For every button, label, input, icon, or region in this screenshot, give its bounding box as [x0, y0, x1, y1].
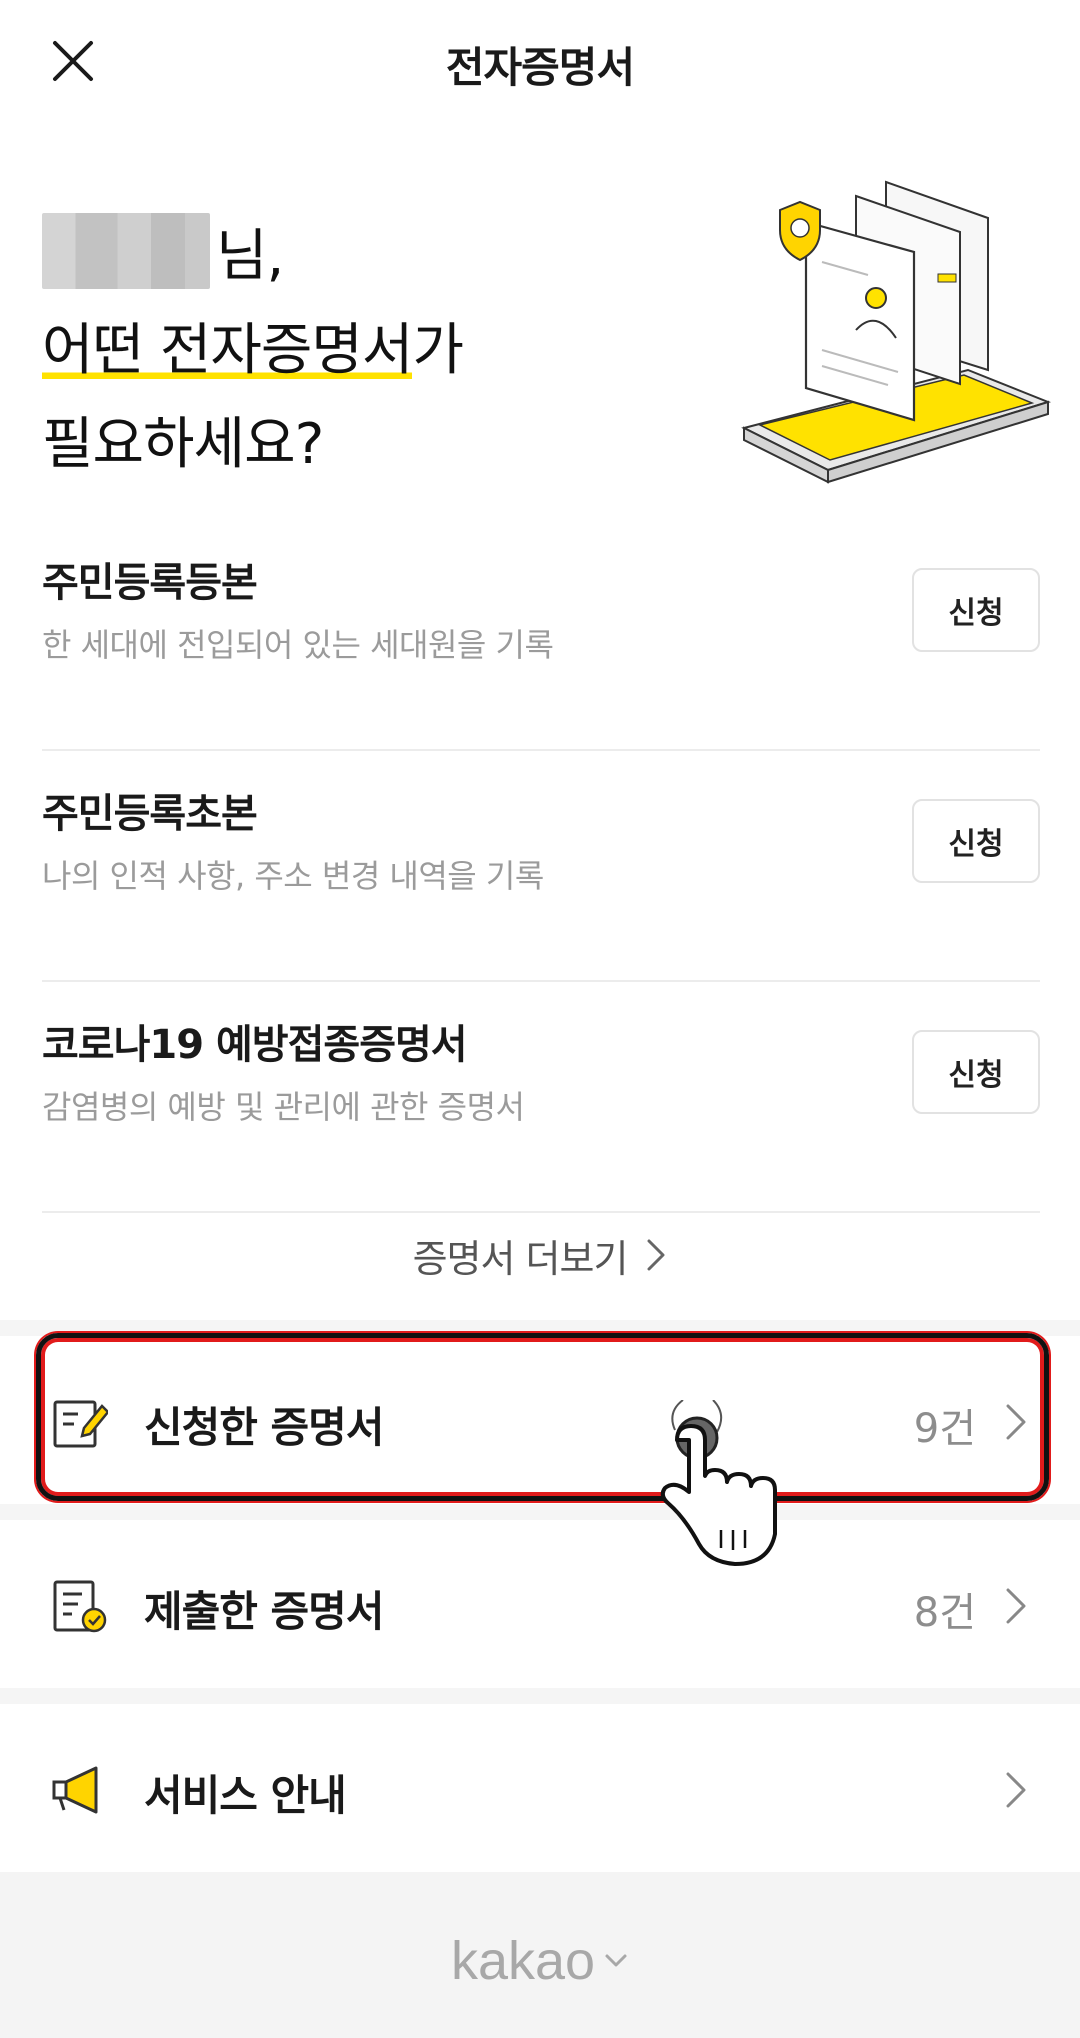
menu-row-service-info[interactable]: 서비스 안내: [0, 1704, 1080, 1872]
certificate-list: 주민등록등본 한 세대에 전입되어 있는 세대원을 기록 신청 주민등록초본 나…: [42, 520, 1040, 1213]
chevron-right-icon: [1006, 1772, 1026, 1808]
kakao-brand-menu[interactable]: kakao: [0, 1930, 1080, 1992]
greeting-line3: 필요하세요?: [42, 412, 324, 477]
section-divider: [0, 1688, 1080, 1704]
chevron-right-icon: [1006, 1588, 1026, 1624]
greeting-suffix: 님,: [216, 224, 284, 289]
megaphone-icon: [52, 1766, 98, 1814]
hero-section: 님, 어떤 전자증명서가 필요하세요?: [0, 170, 1080, 520]
page-title: 전자증명서: [445, 43, 635, 92]
more-certificates-label: 증명서 더보기: [412, 1236, 629, 1281]
menu-row-submitted[interactable]: 제출한 증명서 8건: [0, 1520, 1080, 1688]
apply-button[interactable]: 신청: [912, 799, 1040, 883]
kakao-logo: kakao: [450, 1931, 596, 1991]
menu-row-applied[interactable]: 신청한 증명서 9건: [0, 1336, 1080, 1504]
menu-label: 제출한 증명서: [144, 1587, 384, 1636]
more-certificates-link[interactable]: 증명서 더보기: [0, 1200, 1080, 1310]
greeting-text: 님, 어떤 전자증명서가 필요하세요?: [42, 210, 464, 492]
section-divider: [0, 1504, 1080, 1520]
list-item: 주민등록초본 나의 인적 사항, 주소 변경 내역을 기록 신청: [42, 751, 1040, 982]
section-divider: [0, 1320, 1080, 1336]
certificate-name: 코로나19 예방접종증명서: [42, 1022, 468, 1068]
edit-document-icon: [53, 1400, 108, 1448]
certificate-name: 주민등록초본: [42, 791, 258, 837]
list-item: 코로나19 예방접종증명서 감염병의 예방 및 관리에 관한 증명서 신청: [42, 982, 1040, 1213]
certificate-description: 감염병의 예방 및 관리에 관한 증명서: [42, 1088, 525, 1126]
apply-button[interactable]: 신청: [912, 1030, 1040, 1114]
checked-document-icon: [53, 1580, 107, 1633]
menu-label: 신청한 증명서: [144, 1403, 384, 1452]
footer: kakao: [0, 1872, 1080, 2038]
certificate-name: 주민등록등본: [42, 560, 258, 606]
menu-label: 서비스 안내: [144, 1771, 347, 1820]
chevron-right-icon: [1006, 1404, 1026, 1440]
menu-count: 8건: [913, 1590, 976, 1636]
chevron-right-icon: [647, 1239, 665, 1271]
certificate-description: 나의 인적 사항, 주소 변경 내역을 기록: [42, 857, 544, 895]
apply-button[interactable]: 신청: [912, 568, 1040, 652]
phone-documents-illustration: [741, 180, 1051, 484]
top-bar: 전자증명서: [0, 0, 1080, 130]
chevron-down-icon: [605, 1954, 627, 1967]
greeting-highlight: 어떤 전자증명서: [42, 318, 413, 383]
list-item: 주민등록등본 한 세대에 전입되어 있는 세대원을 기록 신청: [42, 520, 1040, 751]
menu-count: 9건: [913, 1406, 976, 1452]
greeting-line2-rest: 가: [412, 318, 464, 383]
certificate-description: 한 세대에 전입되어 있는 세대원을 기록: [42, 626, 554, 664]
blurred-user-name: [42, 213, 210, 289]
